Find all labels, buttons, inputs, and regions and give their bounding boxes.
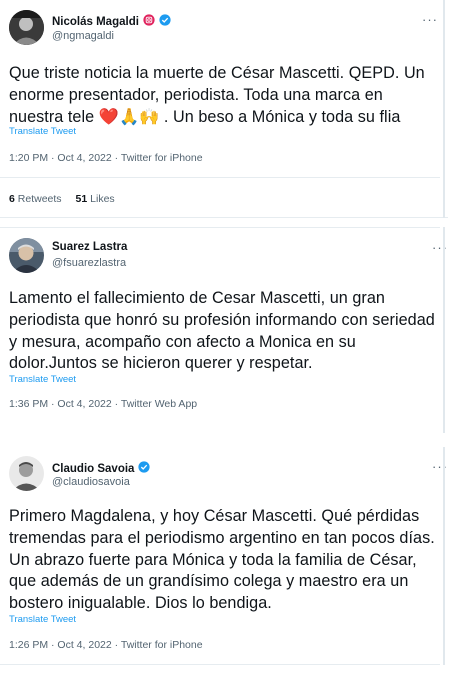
- verified-badge-icon: [138, 460, 151, 478]
- avatar[interactable]: [9, 238, 44, 273]
- display-name[interactable]: Suarez Lastra: [52, 241, 127, 253]
- more-options-icon[interactable]: ···: [422, 12, 438, 27]
- author-name-row: Nicolás Magaldi: [52, 13, 171, 31]
- more-options-icon[interactable]: ···: [432, 459, 448, 474]
- scroll-edge: [443, 447, 445, 665]
- tweet-timestamp[interactable]: 1:20 PM · Oct 4, 2022 · Twitter for iPho…: [9, 152, 203, 164]
- divider: [0, 664, 440, 665]
- author-name-row: Suarez Lastra: [52, 241, 127, 253]
- retweets-label: Retweets: [17, 193, 62, 205]
- instagram-icon: [143, 13, 155, 31]
- tweet-text: Lamento el fallecimiento de Cesar Mascet…: [9, 289, 435, 373]
- tweet-timestamp[interactable]: 1:36 PM · Oct 4, 2022 · Twitter Web App: [9, 398, 197, 410]
- display-name[interactable]: Nicolás Magaldi: [52, 16, 139, 28]
- divider: [0, 177, 440, 178]
- likes-count: 51: [75, 193, 88, 205]
- author-handle[interactable]: @claudiosavoia: [52, 476, 130, 488]
- author-handle[interactable]: @fsuarezlastra: [52, 257, 126, 269]
- retweets-count: 6: [9, 193, 15, 205]
- avatar[interactable]: [9, 10, 44, 45]
- translate-tweet-link[interactable]: Translate Tweet: [9, 614, 76, 625]
- display-name[interactable]: Claudio Savoia: [52, 463, 134, 475]
- author-handle[interactable]: @ngmagaldi: [52, 30, 114, 42]
- likes-label: Likes: [90, 193, 115, 205]
- retweets-stat[interactable]: 6 Retweets: [9, 193, 62, 205]
- tweet-text: Que triste noticia la muerte de César Ma…: [9, 64, 425, 126]
- avatar[interactable]: [9, 456, 44, 491]
- tweet-timestamp[interactable]: 1:26 PM · Oct 4, 2022 · Twitter for iPho…: [9, 639, 203, 651]
- tweet-text: Primero Magdalena, y hoy César Mascetti.…: [9, 507, 435, 613]
- divider: [0, 227, 440, 228]
- likes-stat[interactable]: 51 Likes: [76, 193, 115, 205]
- translate-tweet-link[interactable]: Translate Tweet: [9, 374, 76, 385]
- translate-tweet-link[interactable]: Translate Tweet: [9, 126, 76, 137]
- engagement-stats: 6 Retweets 51 Likes: [9, 193, 115, 205]
- scroll-edge: [443, 227, 445, 433]
- scroll-edge: [443, 0, 445, 218]
- more-options-icon[interactable]: ···: [432, 240, 448, 255]
- tweet-card: Nicolás Magaldi @ngmagaldi ··· Que trist…: [0, 0, 448, 218]
- verified-badge-icon: [159, 13, 171, 31]
